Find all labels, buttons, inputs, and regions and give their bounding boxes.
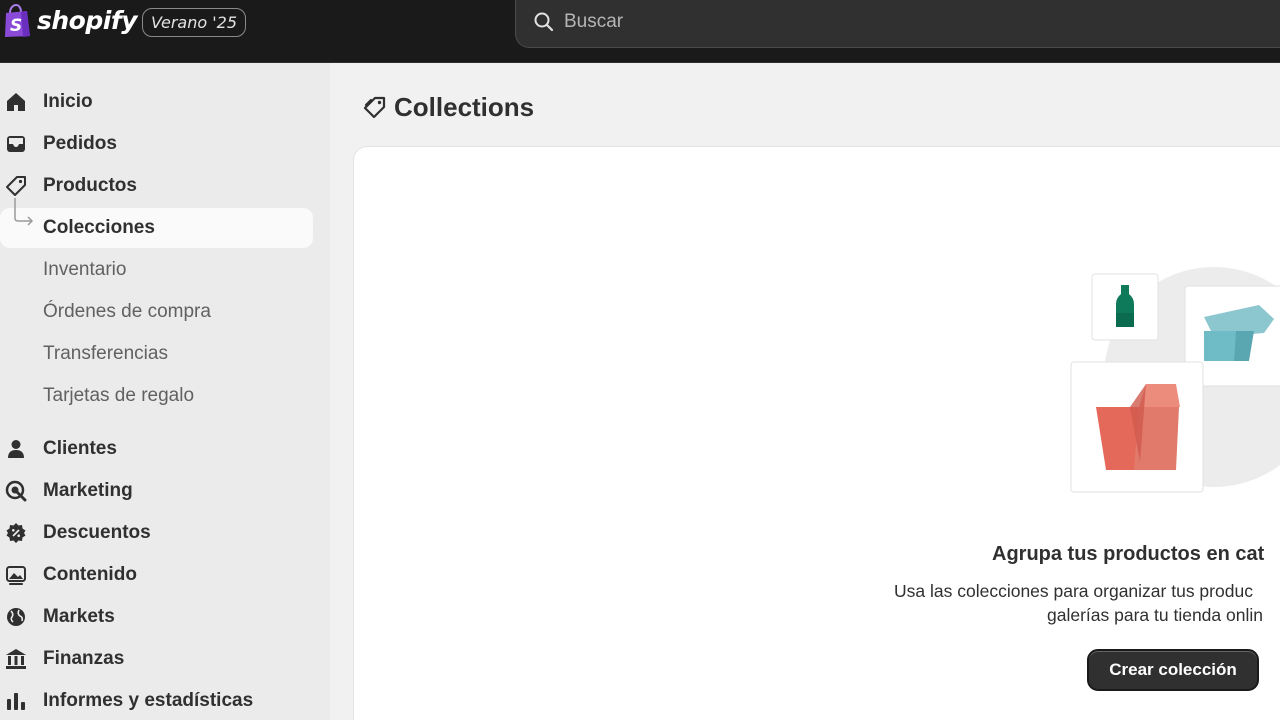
- search-input[interactable]: Buscar: [564, 10, 623, 34]
- sidebar-item-ordenes-de-compra[interactable]: Órdenes de compra: [0, 292, 313, 332]
- sidebar-item-label: Productos: [43, 175, 137, 196]
- sidebar-item-finanzas[interactable]: Finanzas: [0, 639, 313, 679]
- sidebar-item-label: Colecciones: [43, 217, 155, 238]
- sidebar-item-label: Informes y estadísticas: [43, 690, 254, 711]
- search-icon: [534, 12, 554, 32]
- shopify-bag-icon: S: [5, 4, 30, 37]
- brand-name: shopify: [37, 6, 138, 35]
- tag-icon: [6, 176, 26, 196]
- sidebar-item-label: Clientes: [43, 438, 117, 459]
- sidebar-item-informes[interactable]: Informes y estadísticas: [0, 681, 313, 720]
- sidebar-item-label: Marketing: [43, 480, 133, 501]
- sidebar-item-tarjetas-de-regalo[interactable]: Tarjetas de regalo: [0, 376, 313, 416]
- sidebar-item-inicio[interactable]: Inicio: [0, 82, 313, 122]
- sidebar-item-transferencias[interactable]: Transferencias: [0, 334, 313, 374]
- sidebar-item-colecciones[interactable]: Colecciones: [0, 198, 313, 248]
- subnav-arrow-icon: [14, 198, 34, 226]
- empty-state-heading: Agrupa tus productos en cat: [992, 543, 1265, 565]
- create-collection-button[interactable]: Crear colección: [1087, 649, 1259, 691]
- sidebar-item-label: Inventario: [43, 259, 127, 280]
- search-bar[interactable]: Buscar: [515, 0, 1280, 48]
- inbox-icon: [7, 136, 25, 152]
- top-bar: S shopify Verano '25 Buscar: [0, 0, 1280, 63]
- sidebar-item-descuentos[interactable]: Descuentos: [0, 513, 313, 553]
- person-icon: [8, 440, 24, 458]
- bar-chart-icon: [7, 693, 25, 710]
- collection-tag-icon: [363, 96, 386, 118]
- sidebar-item-pedidos[interactable]: Pedidos: [0, 124, 313, 164]
- page-title: Collections: [394, 92, 535, 122]
- sidebar-item-label: Contenido: [43, 564, 137, 585]
- home-icon: [7, 93, 25, 111]
- empty-state-card: Agrupa tus productos en cat Usa las cole…: [353, 146, 1280, 720]
- sidebar-item-label: Pedidos: [43, 133, 117, 154]
- sidebar-item-clientes[interactable]: Clientes: [0, 429, 313, 469]
- collections-illustration: [1070, 267, 1280, 493]
- sidebar-item-inventario[interactable]: Inventario: [0, 250, 313, 290]
- sidebar-item-label: Markets: [43, 606, 115, 627]
- sidebar-item-markets[interactable]: Markets: [0, 597, 313, 637]
- sidebar-item-label: Órdenes de compra: [43, 301, 211, 322]
- empty-state-description-line2: galerías para tu tienda onlin: [1047, 605, 1263, 625]
- bank-icon: [6, 649, 26, 669]
- sidebar-nav: Inicio Pedidos Productos Colecciones Inv…: [0, 63, 330, 720]
- image-icon: [6, 566, 26, 585]
- globe-icon: [7, 608, 25, 626]
- sidebar-item-label: Inicio: [43, 91, 93, 112]
- sidebar-item-contenido[interactable]: Contenido: [0, 555, 313, 595]
- sidebar-item-label: Descuentos: [43, 522, 151, 543]
- svg-text:S: S: [10, 16, 22, 36]
- sidebar-item-marketing[interactable]: Marketing: [0, 471, 313, 511]
- shopify-logo[interactable]: S shopify: [3, 4, 138, 38]
- empty-state-description-line1: Usa las colecciones para organizar tus p…: [894, 581, 1253, 601]
- sidebar-item-label: Finanzas: [43, 648, 125, 669]
- sidebar-item-label: Transferencias: [43, 343, 168, 364]
- target-icon: [5, 480, 27, 502]
- sidebar-item-productos[interactable]: Productos: [0, 166, 313, 206]
- discount-icon: [6, 523, 26, 543]
- page-header: Collections: [362, 92, 534, 123]
- edition-badge[interactable]: Verano '25: [142, 8, 247, 37]
- sidebar-item-label: Tarjetas de regalo: [43, 385, 195, 406]
